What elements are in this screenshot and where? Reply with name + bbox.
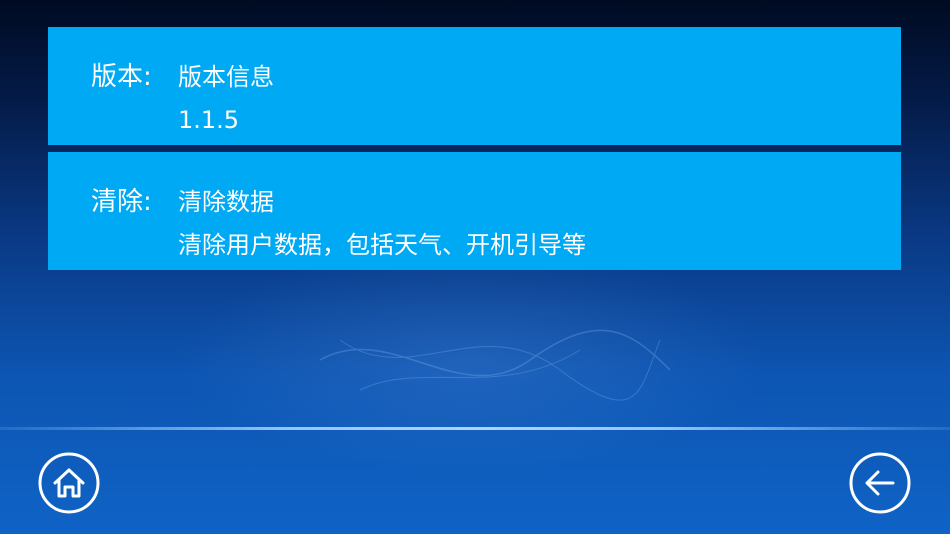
home-button[interactable] <box>38 452 100 514</box>
clear-label: 清除: <box>91 187 152 217</box>
version-value: 1.1.5 <box>178 106 240 134</box>
clear-title: 清除数据 <box>178 188 274 216</box>
home-icon <box>38 452 100 514</box>
version-label: 版本: <box>91 62 152 92</box>
bottom-divider <box>0 427 950 430</box>
background-swirl <box>319 329 671 401</box>
clear-description: 清除用户数据，包括天气、开机引导等 <box>178 231 586 259</box>
arrow-left-icon <box>849 452 911 514</box>
version-title: 版本信息 <box>178 63 274 91</box>
version-card: 版本: 版本信息 1.1.5 <box>48 27 901 145</box>
back-button[interactable] <box>849 452 911 514</box>
clear-data-card[interactable]: 清除: 清除数据 清除用户数据，包括天气、开机引导等 <box>48 152 901 270</box>
